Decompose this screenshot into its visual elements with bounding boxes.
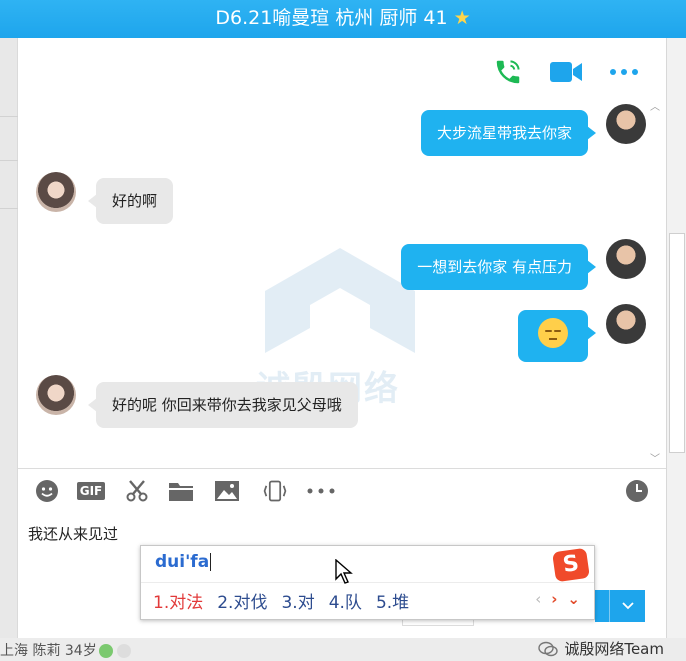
side-panel-edge [666,38,686,661]
screenshot-button[interactable] [124,479,150,503]
message-input-text[interactable]: 我还从来见过 [28,523,118,544]
screen-shake-button[interactable] [262,479,288,503]
send-image-button[interactable] [214,479,240,503]
scissors-icon [126,480,148,502]
contact-avatar[interactable] [36,375,76,415]
more-tools-icon [307,488,335,494]
video-call-icon [550,62,582,82]
more-icon [610,69,638,75]
gif-icon: GIF [76,482,106,500]
send-file-button[interactable] [168,479,194,503]
ime-candidate[interactable]: 1.对法 [153,588,203,613]
message-bubble-outgoing[interactable]: 大步流星带我去你家 [420,110,597,156]
ime-composition: dui'fa [155,552,212,572]
send-options-dropdown[interactable] [609,590,645,622]
voice-call-button[interactable] [490,56,526,88]
ime-expand-icon[interactable]: ⌄ [567,590,580,608]
star-icon: ★ [453,7,471,29]
ime-candidate[interactable]: 2.对伐 [217,588,267,613]
phone-icon [496,60,520,84]
team-name: 诚殷网络Team [564,640,664,658]
more-tools-button[interactable] [306,479,336,503]
online-badge-icon [98,644,113,658]
team-watermark: 诚殷网络Team [538,638,664,659]
my-avatar[interactable] [606,239,646,279]
gif-button[interactable]: GIF [76,479,106,503]
ime-page-nav: ‹ › ⌄ [535,590,580,608]
image-icon [215,481,239,501]
chevron-down-icon [621,602,634,610]
wechat-icon [538,641,559,656]
ime-candidate[interactable]: 5.堆 [376,588,409,613]
mouse-cursor-icon [335,559,353,584]
ime-next-page-icon[interactable]: › [551,590,557,608]
my-avatar[interactable] [606,304,646,344]
scroll-up-arrow[interactable]: ︿ [650,98,660,113]
message-bubble-outgoing[interactable]: 一想到去你家 有点压力 [401,244,596,290]
chat-header-actions [490,56,642,88]
ime-candidate[interactable]: 3.对 [281,588,314,613]
message-bubble-emoji[interactable] [518,310,596,362]
window-title: D6.21喻曼瑄 杭州 厨师 41 [215,7,448,29]
chat-message-area[interactable]: 诚殷网络 ︿ ﹀ 大步流星带我去你家 好的啊 一想到去你家 有点压力 好的呢 你… [18,38,666,468]
folder-icon [169,483,193,501]
contact-avatar[interactable] [36,172,76,212]
ime-candidate[interactable]: 4.队 [329,588,362,613]
status-strip: 上海 陈莉 34岁 诚殷网络Team [0,638,686,661]
history-clock-icon [626,480,648,502]
sogou-logo-icon[interactable]: S [552,547,590,583]
more-options-button[interactable] [606,56,642,88]
history-button[interactable] [624,479,650,503]
message-bubble-incoming[interactable]: 好的啊 [87,178,174,224]
send-button[interactable] [595,590,609,622]
ime-candidate-window: dui'fa S 1.对法 2.对伐 3.对 4.队 5.堆 ‹ › ⌄ [140,545,595,620]
device-icon [117,644,132,658]
screen-shake-icon [263,480,287,502]
contact-list-edge [0,38,18,661]
message-bubble-incoming[interactable]: 好的呢 你回来带你去我家见父母哦 [88,382,358,428]
emoji-icon [36,480,58,502]
window-title-bar: D6.21喻曼瑄 杭州 厨师 41 ★ [0,0,686,38]
input-toolbar: GIF [18,469,666,511]
video-call-button[interactable] [548,56,584,88]
emoji-button[interactable] [34,479,60,503]
my-avatar[interactable] [606,104,646,144]
scroll-down-arrow[interactable]: ﹀ [650,450,660,465]
ime-candidates: 1.对法 2.对伐 3.对 4.队 5.堆 [153,588,409,613]
ime-prev-page-icon[interactable]: ‹ [535,590,541,608]
sleeping-face-emoji [538,318,568,348]
contact-list-item-partial[interactable]: 上海 陈莉 34岁 [0,640,132,660]
